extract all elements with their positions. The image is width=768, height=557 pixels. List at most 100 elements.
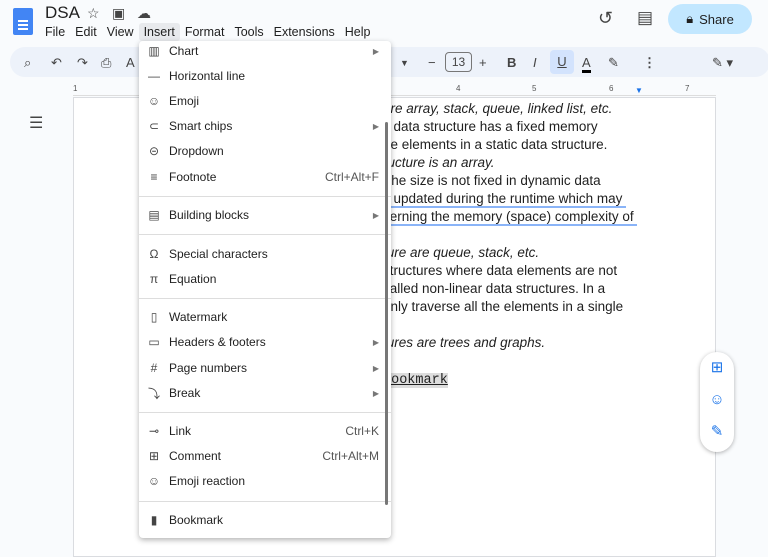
menu-item-label: Horizontal line <box>169 69 246 83</box>
menu-item-chart[interactable]: ▥ Chart ▶ <box>139 39 391 63</box>
document-line: structures where data elements are not <box>383 263 618 278</box>
document-line: cerning the memory (space) complexity of <box>383 209 638 226</box>
paragraph-line: structures where data elements are not <box>383 262 637 280</box>
spellcheck-icon[interactable]: A <box>126 55 135 70</box>
outline-icon[interactable]: ☰ <box>29 113 43 133</box>
menu-file[interactable]: File <box>40 23 70 41</box>
text-color-icon[interactable]: A <box>582 55 591 73</box>
menu-item-comment[interactable]: ⊞ Comment Ctrl+Alt+M <box>139 444 391 468</box>
ruler-label: 4 <box>456 84 461 93</box>
paragraph-line: Bookmark <box>383 370 637 388</box>
paragraph-line: tures are trees and graphs. <box>383 334 637 352</box>
menu-item-building-blocks[interactable]: ▤ Building blocks ▶ <box>139 203 391 227</box>
menu-item-page-numbers[interactable]: # Page numbers ▶ <box>139 356 391 380</box>
indent-marker-icon[interactable]: ▼ <box>635 86 643 95</box>
version-history-icon[interactable]: ↺ <box>598 8 613 29</box>
submenu-arrow-icon: ▶ <box>372 388 379 398</box>
paragraph-line <box>383 316 637 334</box>
menu-item-footnote[interactable]: ≡ Footnote Ctrl+Alt+F <box>139 165 391 189</box>
horizontal-line-icon: — <box>148 69 160 83</box>
submenu-arrow-icon: ▶ <box>372 337 379 347</box>
editing-mode-icon[interactable]: ✎ ▾ <box>712 55 733 71</box>
docs-logo-icon[interactable] <box>13 8 33 35</box>
decrease-font-icon[interactable]: − <box>428 55 436 70</box>
ruler-label: 5 <box>532 84 537 93</box>
submenu-arrow-icon: ▶ <box>372 46 379 56</box>
underline-icon[interactable]: U <box>550 50 574 74</box>
cloud-status-icon[interactable]: ☁ <box>137 5 151 22</box>
menu-item-label: Link <box>169 424 192 438</box>
paragraph-line: ne elements in a static data structure. <box>383 136 637 154</box>
emoji-icon: ☺ <box>147 94 161 108</box>
suggest-edit-icon[interactable]: ✎ <box>700 416 734 448</box>
star-icon[interactable]: ☆ <box>87 5 100 22</box>
menu-item-label: Comment <box>169 449 222 463</box>
dropdown-icon: ⊝ <box>148 144 160 158</box>
submenu-arrow-icon: ▶ <box>372 363 379 373</box>
document-line: are array, stack, queue, linked list, et… <box>383 101 613 116</box>
link-icon: ⊸ <box>148 424 160 438</box>
menu-item-label: Dropdown <box>169 144 224 158</box>
building-blocks-icon: ▤ <box>148 208 160 222</box>
shortcut: Ctrl+K <box>345 424 379 438</box>
undo-icon[interactable]: ↶ <box>51 55 62 71</box>
menu-item-emoji[interactable]: ☺ Emoji <box>139 89 391 113</box>
document-title[interactable]: DSA <box>45 3 80 23</box>
paragraph-line: The size is not fixed in dynamic data <box>383 172 637 190</box>
font-size-input[interactable]: 13 <box>445 52 472 72</box>
document-line: ructure is an array. <box>383 155 495 170</box>
menu-item-label: Footnote <box>169 170 217 184</box>
increase-font-icon[interactable]: + <box>479 55 487 70</box>
search-icon[interactable]: ⌕ <box>24 55 31 71</box>
document-line: tures are trees and graphs. <box>383 335 546 350</box>
pi-icon: π <box>149 272 159 286</box>
menu-item-bookmark[interactable]: ▮ Bookmark <box>139 508 391 532</box>
document-body[interactable]: are array, stack, queue, linked list, et… <box>383 100 638 388</box>
menu-item-label: Emoji reaction <box>169 474 246 488</box>
paragraph-line: c data structure has a fixed memory <box>383 118 637 136</box>
italic-icon[interactable]: I <box>533 55 537 70</box>
menu-item-dropdown[interactable]: ⊝ Dropdown <box>139 139 391 163</box>
menu-item-label: Bookmark <box>169 513 224 527</box>
menu-item-link[interactable]: ⊸ Link Ctrl+K <box>139 419 391 443</box>
menu-item-emoji-reaction[interactable]: ☺ Emoji reaction <box>139 469 391 493</box>
menu-item-headers-footers[interactable]: ▭ Headers & footers ▶ <box>139 330 391 354</box>
highlight-icon[interactable]: ✎ <box>608 55 619 71</box>
emoji-reaction-icon[interactable]: ☺ <box>700 384 734 416</box>
paragraph-line: ructure is an array. <box>383 154 637 172</box>
document-line: ne elements in a static data structure. <box>383 137 608 152</box>
menu-scrollbar[interactable] <box>385 122 388 505</box>
paragraph-line: called non-linear data structures. In a <box>383 280 637 298</box>
menu-item-horizontal-line[interactable]: — Horizontal line <box>139 64 391 88</box>
paragraph-line: only traverse all the elements in a sing… <box>383 298 637 316</box>
ruler-label: 7 <box>685 84 690 93</box>
menu-item-label: Page numbers <box>169 361 248 375</box>
move-folder-icon[interactable]: ▣ <box>112 5 125 22</box>
menu-item-label: Building blocks <box>169 208 250 222</box>
menu-item-watermark[interactable]: ▯ Watermark <box>139 305 391 329</box>
print-icon[interactable]: ⎙ <box>101 55 111 71</box>
menu-divider <box>139 501 391 502</box>
menu-item-label: Emoji <box>169 94 200 108</box>
menu-item-label: Watermark <box>169 310 228 324</box>
share-button[interactable]: 🔒︎ Share <box>668 4 752 34</box>
font-dropdown-icon[interactable]: ▼ <box>400 58 409 68</box>
paragraph-line: y updated during the runtime which may <box>383 190 637 208</box>
smart-chips-icon: ⊂ <box>148 119 160 133</box>
comments-icon[interactable]: ▤ <box>637 8 653 28</box>
menu-item-smart-chips[interactable]: ⊂ Smart chips ▶ <box>139 114 391 138</box>
menu-item-label: Headers & footers <box>169 335 266 349</box>
menu-edit[interactable]: Edit <box>70 23 102 41</box>
paragraph-line: are array, stack, queue, linked list, et… <box>383 100 637 118</box>
bold-icon[interactable]: B <box>507 55 516 70</box>
menu-item-label: Smart chips <box>169 119 233 133</box>
add-comment-icon[interactable]: ⊞ <box>700 352 734 384</box>
more-icon[interactable]: ⋮ <box>643 55 656 71</box>
document-line: called non-linear data structures. In a <box>383 281 606 296</box>
menu-item-special-characters[interactable]: Ω Special characters <box>139 242 391 266</box>
menu-item-equation[interactable]: π Equation <box>139 267 391 291</box>
menu-item-label: Special characters <box>169 247 268 261</box>
menu-view[interactable]: View <box>102 23 139 41</box>
redo-icon[interactable]: ↷ <box>77 55 88 71</box>
menu-item-break[interactable]: ⤵ Break ▶ <box>139 381 391 405</box>
